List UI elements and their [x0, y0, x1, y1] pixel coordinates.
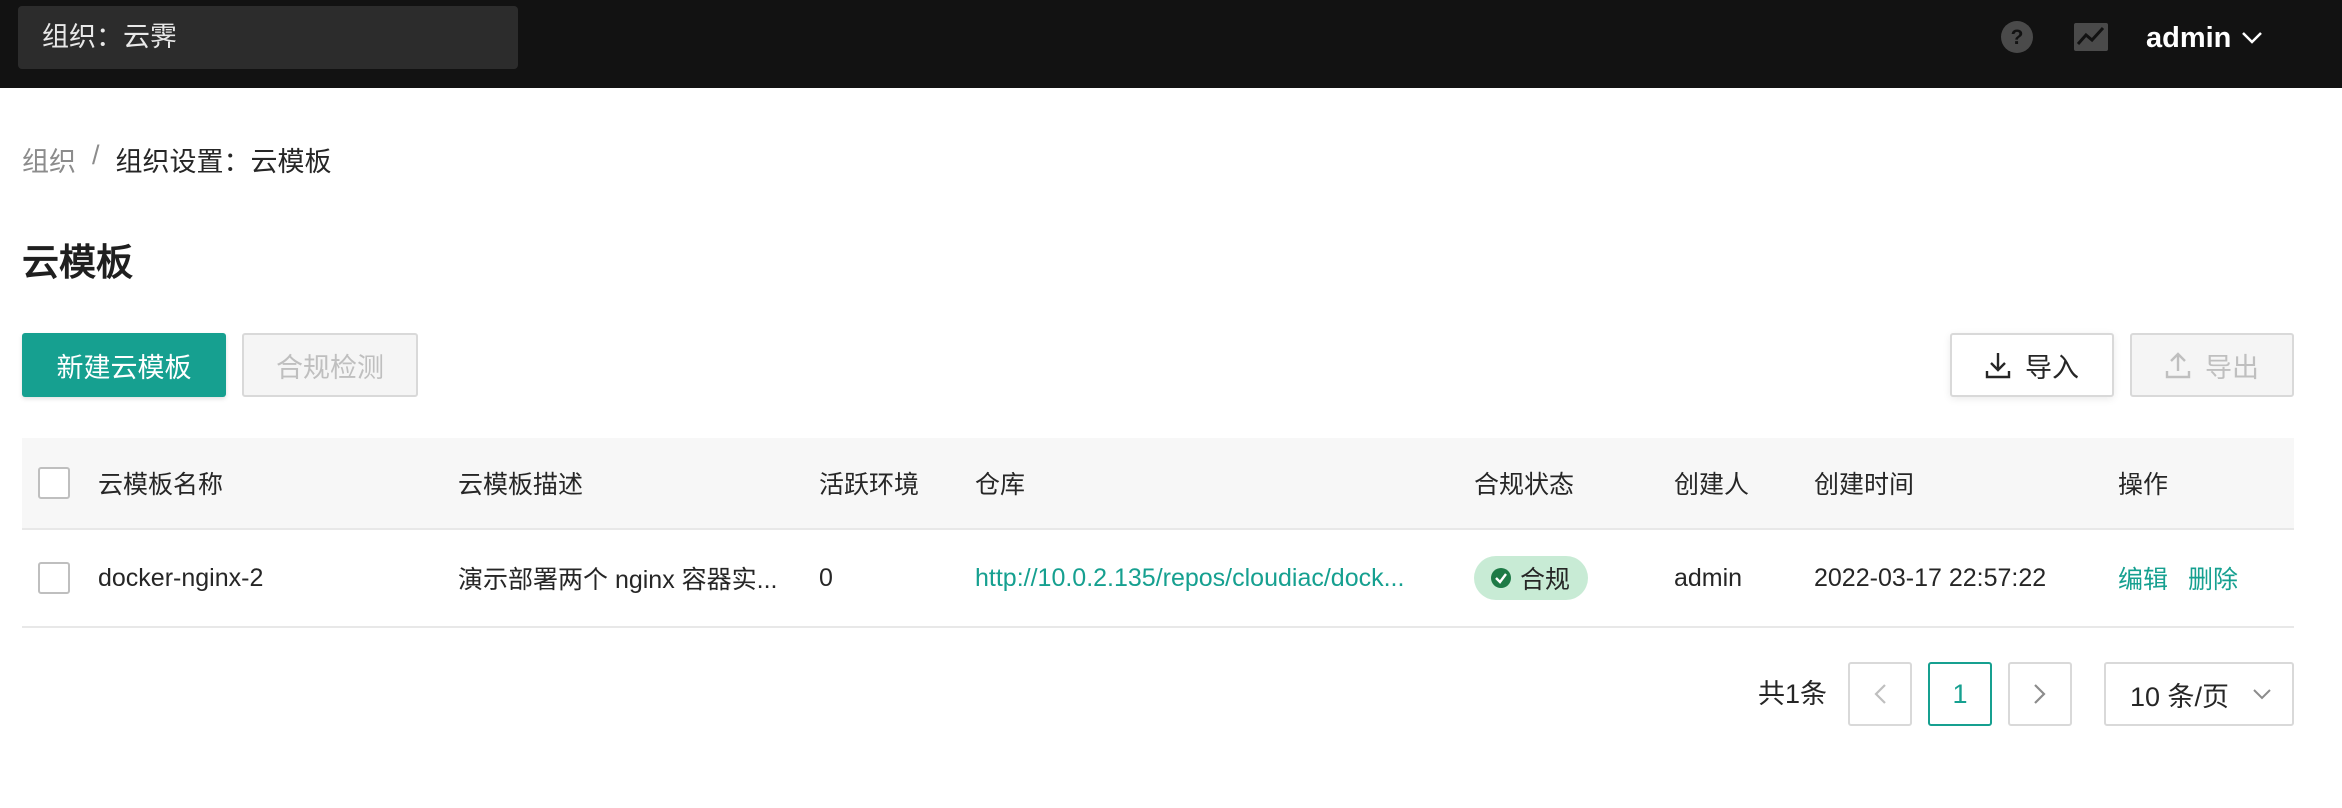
select-all-cell: [38, 438, 70, 528]
export-button[interactable]: 导出: [2130, 333, 2294, 397]
creator: admin: [1674, 563, 1743, 592]
header-actions: 操作: [2118, 471, 2169, 499]
template-description: 演示部署两个 nginx 容器实...: [458, 566, 778, 594]
chevron-down-icon: [2253, 689, 2271, 700]
header-created-at: 创建时间: [1814, 471, 1915, 499]
active-env-count: 0: [819, 563, 833, 592]
row-checkbox[interactable]: [38, 562, 70, 594]
chevron-left-icon: [1874, 684, 1886, 704]
org-selector[interactable]: 组织：云霁: [18, 6, 518, 69]
top-navigation-bar: 组织：云霁 ? admin: [0, 0, 2342, 88]
header-name[interactable]: 云模板名称: [98, 438, 223, 528]
table-row: docker-nginx-2 演示部署两个 nginx 容器实... 0 htt…: [22, 530, 2294, 628]
created-at: 2022-03-17 22:57:22: [1814, 563, 2047, 592]
pagination-next-button[interactable]: [2008, 662, 2072, 726]
compliance-cell: 合规: [1474, 530, 1589, 626]
pagination-total: 共1条: [1758, 679, 1828, 709]
upload-icon: [2165, 352, 2191, 379]
create-template-label: 新建云模板: [56, 352, 192, 383]
header-creator: 创建人: [1674, 471, 1750, 499]
check-circle-icon: [1491, 568, 1511, 588]
select-all-checkbox[interactable]: [38, 467, 70, 499]
delete-link[interactable]: 删除: [2188, 560, 2238, 596]
edit-link[interactable]: 编辑: [2118, 560, 2168, 596]
table-header: 云模板名称 云模板描述 活跃环境 仓库 合规状态 创建人 创建时间 操作: [22, 438, 2294, 530]
compliance-status-label: 合规: [1520, 566, 1571, 594]
breadcrumb-separator: /: [92, 140, 100, 170]
breadcrumb-current: 组织设置：云模板: [115, 147, 332, 177]
compliance-status-badge: 合规: [1474, 556, 1589, 600]
template-name: docker-nginx-2: [98, 563, 264, 592]
import-label: 导入: [2025, 352, 2079, 383]
page-size-select[interactable]: 10 条/页: [2104, 662, 2294, 726]
header-compliance: 合规状态: [1474, 471, 1575, 499]
page-title: 云模板: [22, 242, 133, 283]
chevron-right-icon: [2034, 684, 2046, 704]
page-size-value: 10 条/页: [2130, 681, 2230, 712]
pagination-page-1[interactable]: 1: [1928, 662, 1992, 726]
header-active-envs: 活跃环境: [819, 471, 920, 499]
header-repo: 仓库: [975, 471, 1026, 499]
row-select-cell: [38, 530, 70, 626]
compliance-check-button[interactable]: 合规检测: [242, 333, 418, 397]
export-label: 导出: [2205, 352, 2259, 383]
user-menu[interactable]: admin: [2146, 18, 2263, 58]
repo-link[interactable]: http://10.0.2.135/repos/cloudiac/dock...: [975, 530, 1404, 626]
breadcrumb-org-link[interactable]: 组织: [22, 140, 76, 179]
breadcrumb: 组织 / 组织设置：云模板: [22, 140, 332, 179]
help-icon[interactable]: ?: [2000, 20, 2034, 54]
create-template-button[interactable]: 新建云模板: [22, 333, 226, 397]
pagination-prev-button[interactable]: [1848, 662, 1912, 726]
import-button[interactable]: 导入: [1950, 333, 2114, 397]
compliance-check-label: 合规检测: [276, 352, 384, 383]
svg-text:?: ?: [2011, 26, 2024, 49]
user-name: admin: [2146, 21, 2232, 54]
download-icon: [1985, 353, 2011, 379]
chevron-down-icon: [2242, 32, 2263, 44]
header-description: 云模板描述: [458, 471, 584, 499]
monitor-chart-icon[interactable]: [2073, 22, 2109, 52]
row-actions: 编辑 删除: [2118, 530, 2238, 626]
